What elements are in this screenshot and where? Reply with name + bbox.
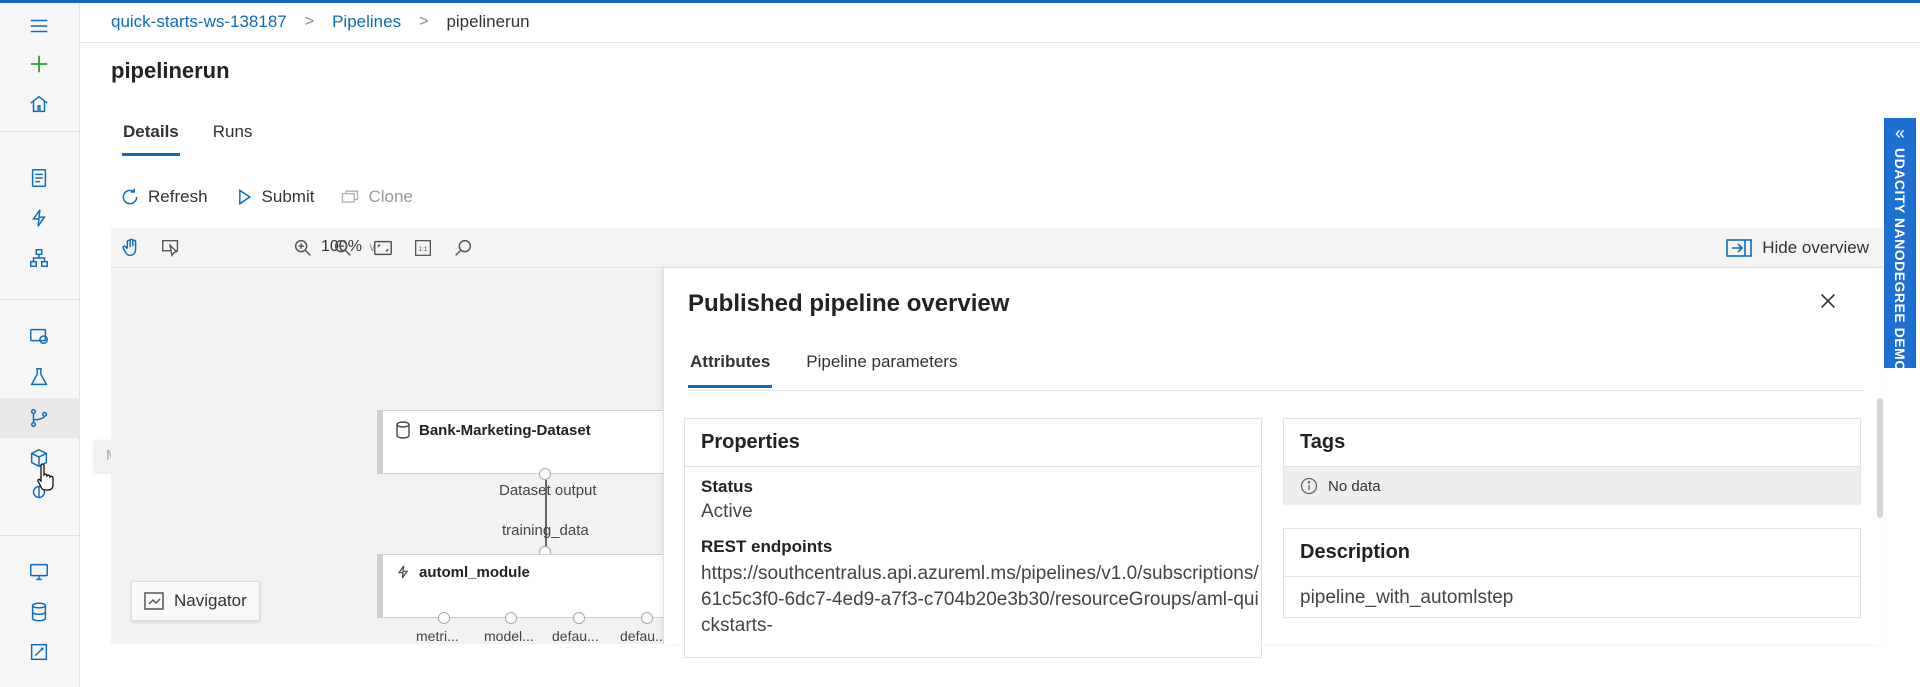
- submit-label: Submit: [261, 187, 315, 206]
- breadcrumb: quick-starts-ws-138187 > Pipelines > pip…: [111, 12, 530, 32]
- dataset-node[interactable]: Bank-Marketing-Dataset: [377, 410, 663, 474]
- create-new-icon[interactable]: [20, 47, 58, 81]
- submit-button[interactable]: Submit: [234, 187, 315, 207]
- tags-no-data: No data: [1328, 477, 1381, 495]
- datastores-icon[interactable]: [20, 595, 58, 629]
- description-card: Description pipeline_with_automlstep: [1283, 528, 1861, 618]
- clone-label: Clone: [368, 187, 413, 206]
- output-port[interactable]: [641, 612, 653, 624]
- chevron-right-icon: >: [304, 13, 315, 30]
- properties-heading: Properties: [685, 419, 1261, 467]
- automated-ml-icon[interactable]: [20, 201, 58, 235]
- zoom-out-icon[interactable]: [331, 236, 355, 260]
- nav-divider: [0, 131, 80, 132]
- compute-icon[interactable]: [20, 555, 58, 589]
- data-labeling-icon[interactable]: [20, 635, 58, 669]
- select-pointer-icon[interactable]: [159, 236, 183, 260]
- dataset-output-label: Dataset output: [499, 482, 597, 499]
- refresh-label: Refresh: [148, 187, 208, 206]
- output-port[interactable]: [573, 612, 585, 624]
- navigator-button[interactable]: Navigator: [131, 581, 260, 621]
- page-title: pipelinerun: [111, 58, 230, 83]
- mouse-cursor-icon: [37, 463, 54, 491]
- database-icon: [396, 421, 410, 439]
- actual-size-icon[interactable]: 1:1: [411, 236, 435, 260]
- notebooks-icon[interactable]: [20, 161, 58, 195]
- hide-overview-button[interactable]: Hide overview: [1726, 238, 1869, 258]
- command-bar: Refresh Submit Clone: [120, 187, 413, 207]
- description-value: pipeline_with_automlstep: [1300, 587, 1514, 608]
- breadcrumb-current: pipelinerun: [446, 12, 530, 31]
- top-accent-line: [0, 0, 1920, 3]
- output-label: defau...: [620, 628, 663, 644]
- rest-endpoint-url[interactable]: https://southcentralus.api.azureml.ms/pi…: [701, 561, 1261, 639]
- close-icon[interactable]: [1817, 290, 1839, 312]
- status-value: Active: [701, 501, 753, 522]
- output-label: metri...: [416, 628, 459, 644]
- training-data-label: training_data: [502, 522, 589, 539]
- navigator-label: Navigator: [174, 591, 247, 610]
- left-nav: [0, 3, 80, 687]
- fit-to-screen-icon[interactable]: [371, 236, 395, 260]
- banner-text: UDACITY NANODEGREE DEMO: [1892, 148, 1908, 372]
- breadcrumb-workspace-link[interactable]: quick-starts-ws-138187: [111, 12, 287, 32]
- connection-edge: [545, 480, 547, 550]
- chevron-right-icon: >: [419, 13, 429, 30]
- clone-button[interactable]: Clone: [340, 187, 413, 207]
- automl-node-label: automl_module: [419, 563, 530, 581]
- zoom-in-icon[interactable]: [291, 236, 315, 260]
- panel-scrollbar[interactable]: [1877, 398, 1883, 518]
- panel-toggle-icon: [1726, 239, 1753, 257]
- canvas-toolbar: 100% ∨ 1:1 Hide overview: [111, 228, 1883, 268]
- nav-divider: [0, 299, 80, 300]
- rest-endpoints-label: REST endpoints: [701, 537, 833, 556]
- breadcrumb-divider: [80, 42, 1920, 43]
- hamburger-menu-icon[interactable]: [20, 9, 58, 43]
- output-label: model...: [484, 628, 534, 644]
- tab-runs[interactable]: Runs: [213, 122, 253, 156]
- udacity-banner[interactable]: « UDACITY NANODEGREE DEMO: [1884, 118, 1916, 372]
- hide-overview-label: Hide overview: [1762, 238, 1869, 257]
- output-port[interactable]: [539, 468, 551, 480]
- datasets-icon[interactable]: [20, 319, 58, 353]
- home-icon[interactable]: [20, 87, 58, 121]
- pipeline-overview-panel: Published pipeline overview Attributes P…: [663, 268, 1883, 658]
- page-tabs: Details Runs: [122, 122, 253, 156]
- dataset-node-label: Bank-Marketing-Dataset: [419, 421, 591, 439]
- status-label: Status: [701, 477, 753, 496]
- tab-attributes[interactable]: Attributes: [687, 352, 773, 388]
- play-icon: [238, 188, 251, 206]
- search-icon[interactable]: [451, 236, 475, 260]
- nav-divider: [0, 535, 80, 536]
- breadcrumb-pipelines-link[interactable]: Pipelines: [332, 12, 401, 32]
- tab-pipeline-parameters[interactable]: Pipeline parameters: [806, 352, 957, 388]
- panel-tabs-divider: [688, 390, 1864, 391]
- output-port[interactable]: [438, 612, 450, 624]
- output-port[interactable]: [505, 612, 517, 624]
- description-heading: Description: [1284, 529, 1860, 577]
- navigator-icon: [144, 592, 164, 610]
- clone-icon: [342, 190, 359, 203]
- designer-icon[interactable]: [20, 241, 58, 275]
- automl-icon: [397, 565, 409, 579]
- info-icon: [1300, 477, 1318, 495]
- output-label: defau...: [552, 628, 599, 644]
- tab-details[interactable]: Details: [122, 122, 180, 156]
- properties-card: Properties Status Active REST endpoints …: [684, 418, 1262, 658]
- pipeline-graph-canvas[interactable]: Bank-Marketing-Dataset Dataset output tr…: [111, 268, 663, 644]
- refresh-button[interactable]: Refresh: [120, 187, 208, 207]
- pipelines-icon[interactable]: [20, 401, 58, 435]
- tags-card: Tags No data: [1283, 418, 1861, 505]
- panel-tabs: Attributes Pipeline parameters: [687, 352, 957, 388]
- svg-text:1:1: 1:1: [419, 246, 428, 253]
- pan-hand-icon[interactable]: [119, 236, 143, 260]
- double-chevron-left-icon: «: [1894, 123, 1905, 143]
- tags-heading: Tags: [1284, 419, 1860, 467]
- experiments-icon[interactable]: [20, 360, 58, 394]
- panel-title: Published pipeline overview: [688, 290, 1010, 317]
- refresh-icon: [122, 188, 138, 205]
- tags-empty-state: No data: [1284, 467, 1860, 505]
- automl-module-node[interactable]: automl_module: [377, 554, 663, 618]
